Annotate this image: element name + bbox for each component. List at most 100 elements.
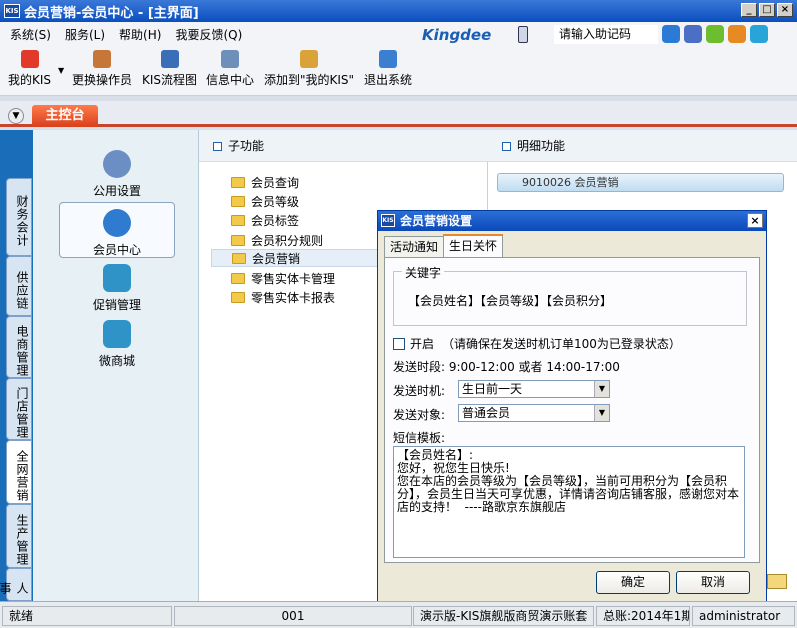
chat-icon[interactable] <box>684 25 702 43</box>
tab-ecommerce[interactable]: 电商管理 <box>6 316 32 378</box>
info-icon <box>221 50 239 68</box>
dropdown-arrow-icon[interactable]: ▼ <box>594 381 609 397</box>
tab-main-console[interactable]: 主控台 <box>32 105 98 127</box>
minimize-button[interactable]: _ <box>741 3 757 17</box>
status-bar: 就绪 001 演示版-KIS旗舰版商贸演示账套 总账:2014年1期 admin… <box>0 601 797 628</box>
module-micro-store[interactable]: 微商城 <box>59 320 175 372</box>
dialog-close-button[interactable]: × <box>747 213 763 228</box>
send-target-label: 发送对象: <box>393 408 446 422</box>
tab-bar: ▼ 主控台 <box>0 101 797 127</box>
toolbar: 我的KIS ▼ 更换操作员 KIS流程图 信息中心 添加到"我的KIS" 退出系… <box>0 46 797 96</box>
cart-icon <box>103 320 131 348</box>
module-member-center[interactable]: 会员中心 <box>59 202 175 258</box>
folder-icon <box>231 234 245 246</box>
keyword-label: 关键字 <box>402 264 445 281</box>
atom-icon <box>103 150 131 178</box>
menu-system[interactable]: 系统(S) <box>10 26 51 43</box>
monitor-icon[interactable] <box>750 25 768 43</box>
tab-finance[interactable]: 财务会计 <box>6 178 32 256</box>
folder-open-icon <box>232 252 246 264</box>
service-icon[interactable] <box>728 25 746 43</box>
add-to-my-kis-button[interactable]: 添加到"我的KIS" <box>264 50 354 88</box>
detail-member-marketing[interactable]: 9010026 会员营销 <box>497 173 784 192</box>
keyword-list: 【会员姓名】【会员等级】【会员积分】 <box>408 294 613 308</box>
status-user: administrator <box>692 606 795 626</box>
module-panel: 公用设置 会员中心 促销管理 微商城 <box>33 130 199 601</box>
send-time-select[interactable]: 生日前一天 ▼ <box>458 380 610 398</box>
status-ready: 就绪 <box>2 606 172 626</box>
title-bar: KIS 会员营销-会员中心 - [主界面] _ □ × <box>0 0 797 22</box>
helpcode-input[interactable]: 请输入助记码 <box>554 25 658 44</box>
subfunc-card-management[interactable]: 零售实体卡管理 <box>211 269 401 287</box>
folder-icon <box>231 291 245 303</box>
tab-activity-notice[interactable]: 活动通知 <box>384 236 445 257</box>
section-square-icon <box>213 142 222 151</box>
arrow-right-icon[interactable] <box>662 25 680 43</box>
dialog-body: 关键字 【会员姓名】【会员等级】【会员积分】 开启 （请确保在发送时机订单100… <box>384 257 760 563</box>
tab-birthday-care[interactable]: 生日关怀 <box>443 234 504 257</box>
my-kis-button[interactable]: 我的KIS <box>8 50 51 88</box>
enable-checkbox[interactable]: 开启 （请确保在发送时机订单100为已登录状态） <box>393 335 681 352</box>
window-title: 会员营销-会员中心 - [主界面] <box>24 5 199 21</box>
send-period-label: 发送时段: 9:00-12:00 或者 14:00-17:00 <box>393 360 620 374</box>
dropdown-arrow-icon[interactable]: ▼ <box>594 405 609 421</box>
subfunc-member-query[interactable]: 会员查询 <box>211 173 401 191</box>
star-icon <box>20 50 39 68</box>
operator-icon <box>93 50 111 68</box>
folder-icon <box>231 272 245 284</box>
folder-icon <box>231 176 245 188</box>
left-nav: 财务会计 供应链 电商管理 门店管理 全网营销 生产管理 人事 <box>0 130 33 601</box>
chart-icon <box>103 264 131 292</box>
status-period: 总账:2014年1期 <box>596 606 690 626</box>
subfunc-member-marketing[interactable]: 会员营销 <box>211 249 401 267</box>
folder-icon <box>231 195 245 207</box>
kingdee-logo: Kingdee <box>422 26 492 44</box>
subfunction-header: 子功能 <box>199 130 488 162</box>
folder-icon <box>231 214 245 226</box>
sms-template-label: 短信模板: <box>393 431 446 445</box>
checkbox-icon[interactable] <box>393 337 405 350</box>
subfunc-points-rule[interactable]: 会员积分规则 <box>211 231 401 249</box>
sms-template-textarea[interactable]: 【会员姓名】: 您好，祝您生日快乐! 您在本店的会员等级为【会员等级】，当前可用… <box>393 446 745 558</box>
module-promotion[interactable]: 促销管理 <box>59 264 175 316</box>
tab-production[interactable]: 生产管理 <box>6 504 32 568</box>
member-icon <box>103 209 131 237</box>
send-target-select[interactable]: 普通会员 ▼ <box>458 404 610 422</box>
info-center-button[interactable]: 信息中心 <box>206 50 254 88</box>
status-account: 演示版-KIS旗舰版商贸演示账套 <box>413 606 594 626</box>
menu-help[interactable]: 帮助(H) <box>119 26 161 43</box>
subfunc-card-report[interactable]: 零售实体卡报表 <box>211 288 401 306</box>
tab-hr[interactable]: 人事 <box>0 568 32 601</box>
maximize-button[interactable]: □ <box>759 3 775 17</box>
exit-system-button[interactable]: 退出系统 <box>364 50 412 88</box>
section-square-icon <box>502 142 511 151</box>
tab-supply-chain[interactable]: 供应链 <box>6 256 32 316</box>
send-time-label: 发送时机: <box>393 384 446 398</box>
mobile-icon[interactable] <box>518 26 528 43</box>
envelope-icon[interactable] <box>767 574 787 589</box>
member-marketing-dialog: KIS 会员营销设置 × 活动通知 生日关怀 关键字 【会员姓名】【会员等级】【… <box>377 210 767 602</box>
status-code: 001 <box>174 606 412 626</box>
subfunc-member-level[interactable]: 会员等级 <box>211 192 401 210</box>
kis-flowchart-button[interactable]: KIS流程图 <box>142 50 197 88</box>
change-operator-button[interactable]: 更换操作员 <box>72 50 132 88</box>
module-public-settings[interactable]: 公用设置 <box>59 150 175 200</box>
my-kis-dropdown-icon[interactable]: ▼ <box>58 66 64 75</box>
cancel-button[interactable]: 取消 <box>676 571 750 594</box>
add-icon <box>300 50 319 68</box>
message-icon[interactable] <box>706 25 724 43</box>
tab-omni-marketing[interactable]: 全网营销 <box>6 440 32 504</box>
kis-logo-icon: KIS <box>4 4 20 18</box>
tab-store[interactable]: 门店管理 <box>6 378 32 440</box>
keyword-group: 关键字 【会员姓名】【会员等级】【会员积分】 <box>393 264 747 326</box>
exit-icon <box>379 50 397 68</box>
ok-button[interactable]: 确定 <box>596 571 670 594</box>
close-button[interactable]: × <box>777 3 793 17</box>
dialog-title-bar: KIS 会员营销设置 × <box>378 211 766 231</box>
detail-header: 明细功能 <box>488 130 797 162</box>
chevron-down-icon[interactable]: ▼ <box>8 108 24 124</box>
menu-service[interactable]: 服务(L) <box>65 26 105 43</box>
subfunc-member-tag[interactable]: 会员标签 <box>211 211 401 229</box>
menu-feedback[interactable]: 我要反馈(Q) <box>175 26 242 43</box>
flowchart-icon <box>160 50 179 68</box>
